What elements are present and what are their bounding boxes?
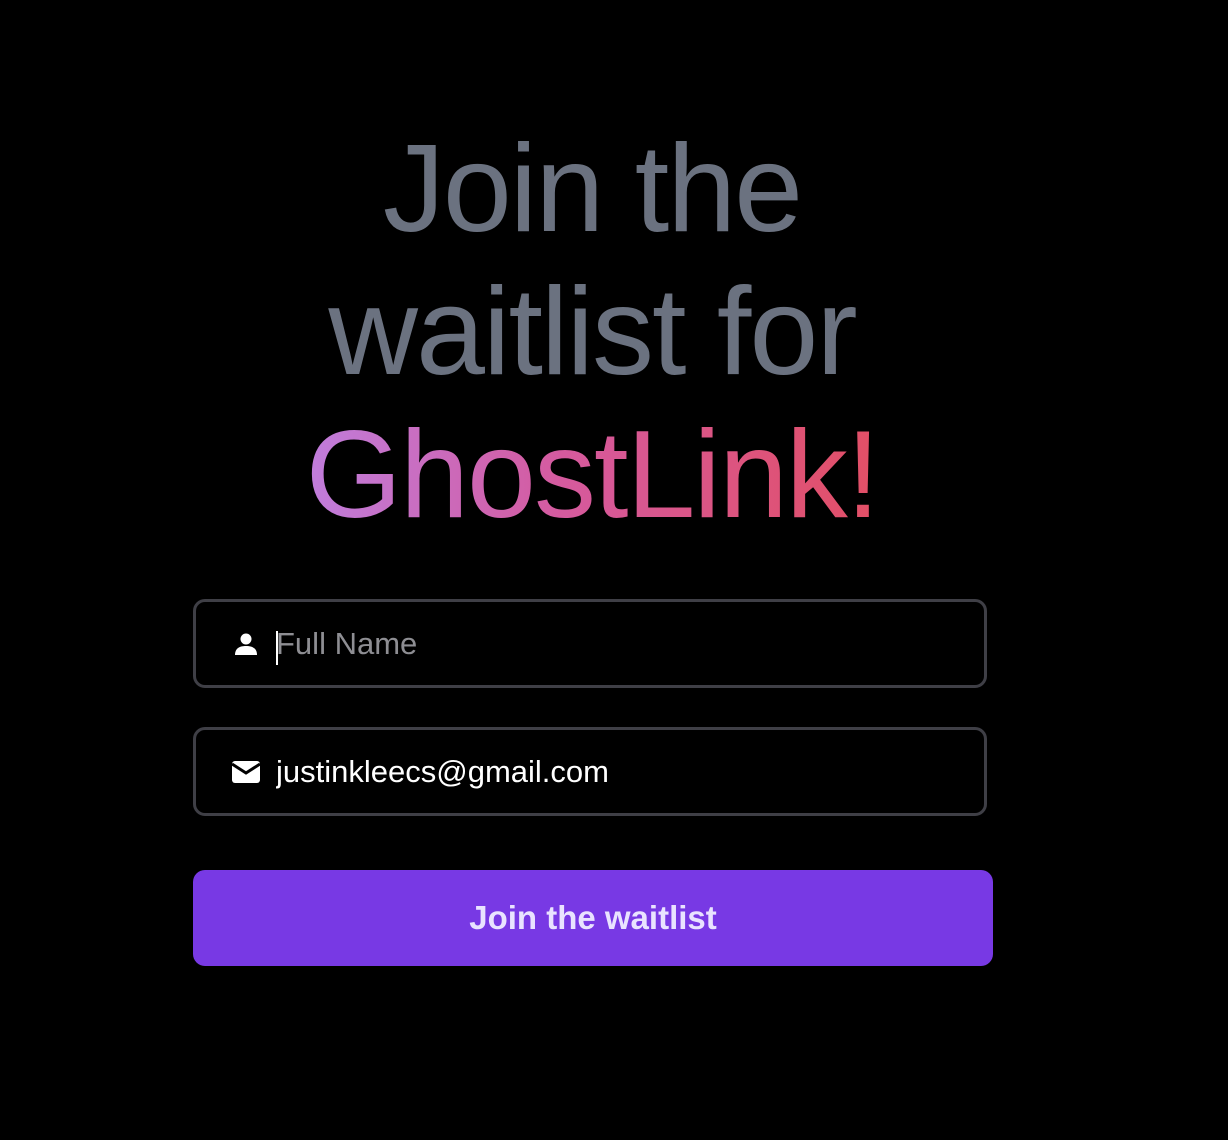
page-title: Join the waitlist for GhostLink!: [0, 118, 1184, 547]
envelope-icon: [232, 758, 260, 786]
email-input[interactable]: [276, 730, 964, 813]
headline-line-2: waitlist for: [328, 263, 857, 401]
waitlist-page: Join the waitlist for GhostLink! Join th…: [0, 0, 1228, 1140]
join-waitlist-button[interactable]: Join the waitlist: [193, 870, 993, 966]
user-icon: [232, 630, 260, 658]
full-name-field[interactable]: [193, 599, 987, 688]
email-field[interactable]: [193, 727, 987, 816]
brand-name: GhostLink!: [305, 406, 881, 544]
full-name-input[interactable]: [276, 602, 964, 685]
headline-line-1: Join the: [382, 120, 803, 258]
text-cursor: [276, 631, 278, 665]
